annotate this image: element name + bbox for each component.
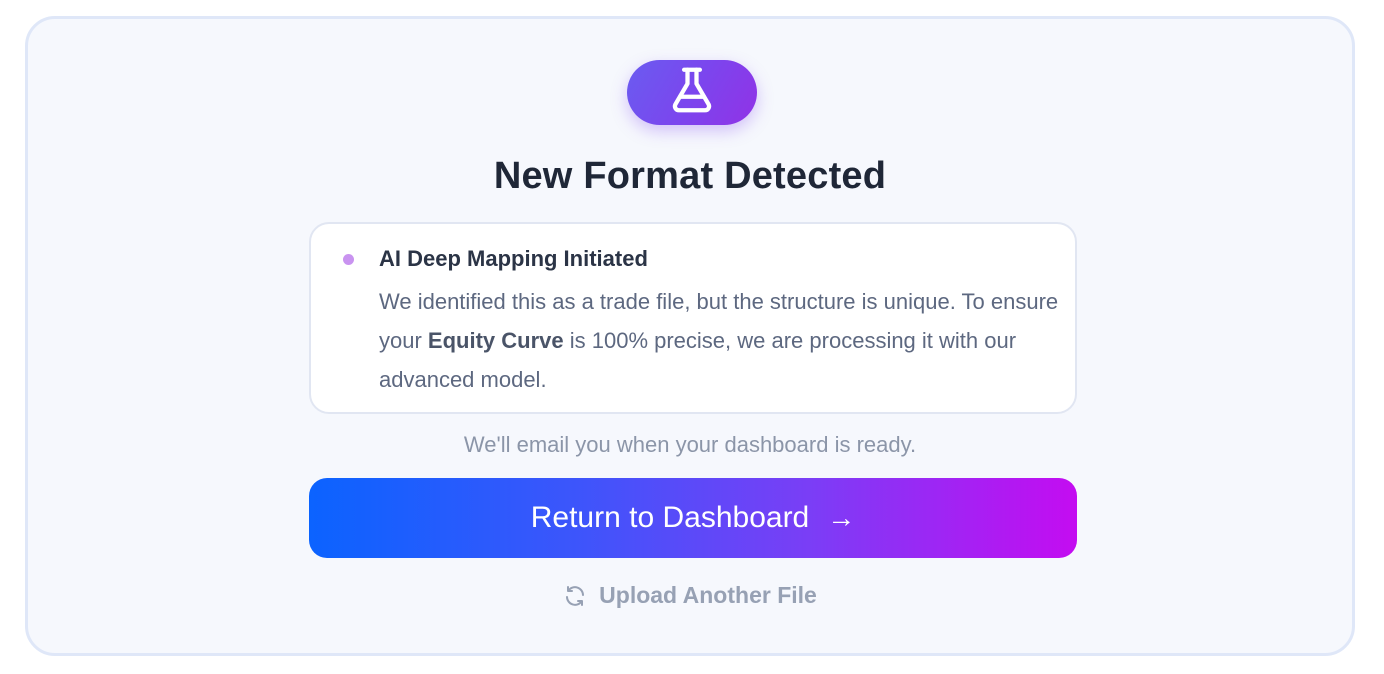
page-title: New Format Detected [493,155,887,197]
return-button-label: Return to Dashboard [530,501,810,534]
info-description: We identified this as a trade file, but … [379,282,1059,399]
upload-another-file-link[interactable]: Upload Another File [28,582,1352,609]
equity-curve-highlight: Equity Curve [427,328,564,353]
format-detected-card: New Format Detected AI Deep Mapping Init… [25,16,1355,656]
status-dot [343,254,354,265]
arrow-right-icon: → [827,502,856,533]
info-heading: AI Deep Mapping Initiated [379,246,648,271]
flask-icon [665,63,719,122]
return-to-dashboard-button[interactable]: Return to Dashboard → [309,478,1077,558]
refresh-icon [563,584,587,608]
info-panel: AI Deep Mapping Initiated We identified … [309,222,1077,414]
upload-another-label: Upload Another File [599,582,817,608]
email-notice: We'll email you when your dashboard is r… [463,432,917,457]
flask-badge [627,60,757,125]
